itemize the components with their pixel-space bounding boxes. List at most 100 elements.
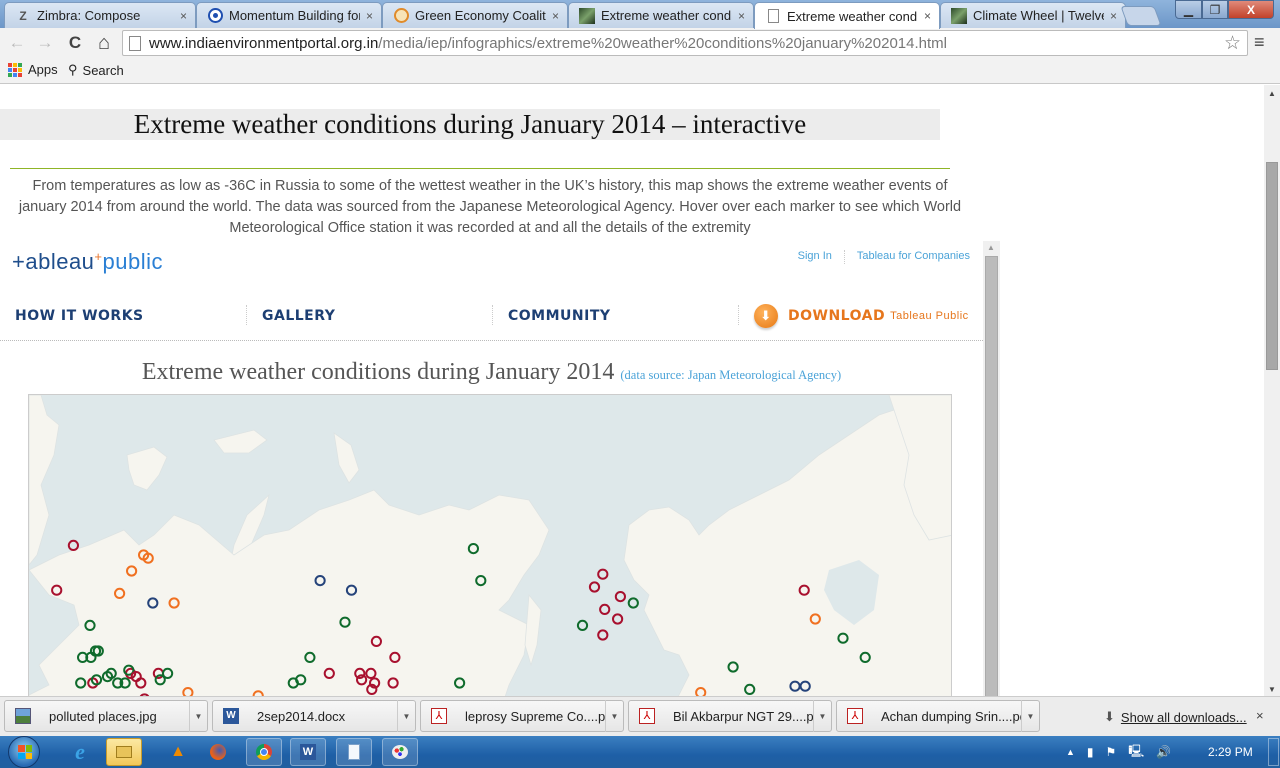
tab-label: Zimbra: Compose (37, 8, 141, 23)
paint-icon[interactable] (382, 738, 418, 766)
download-arrow-icon: ⬇ (754, 304, 778, 328)
landmass (29, 489, 550, 696)
download-menu-dropdown[interactable]: ▼ (813, 700, 831, 732)
volume-icon[interactable]: 🔊 (1156, 745, 1171, 759)
tableau-scrollbar[interactable]: ▲ (983, 241, 1000, 696)
home-button[interactable]: ⌂ (93, 32, 115, 54)
sign-in-link[interactable]: Sign In (798, 250, 832, 264)
start-button[interactable] (8, 736, 40, 768)
weather-marker-red[interactable] (597, 568, 609, 580)
reload-button[interactable]: C (64, 32, 86, 54)
back-button[interactable]: ← (6, 32, 28, 54)
firefox-icon[interactable] (200, 738, 236, 766)
download-item[interactable]: polluted places.jpg ▼ (4, 700, 208, 732)
minimize-button[interactable]: ▁ (1175, 0, 1202, 19)
close-downloads-shelf-button[interactable]: × (1256, 708, 1264, 723)
show-hidden-icons-button[interactable]: ▲ (1066, 747, 1075, 757)
download-filename: polluted places.jpg (49, 708, 157, 724)
weather-marker-red[interactable] (599, 603, 611, 615)
weather-marker-red[interactable] (597, 629, 609, 641)
nav-gallery[interactable]: GALLERY (262, 291, 335, 341)
download-item[interactable]: ⅄ Bil Akbarpur NGT 29....pdf ▼ (628, 700, 832, 732)
nav-how-it-works[interactable]: HOW IT WORKS (15, 291, 144, 341)
scroll-up-arrow[interactable]: ▲ (1268, 89, 1276, 98)
scrollbar-thumb[interactable] (1266, 162, 1278, 370)
download-item[interactable]: ⅄ leprosy Supreme Co....pdf ▼ (420, 700, 624, 732)
scroll-up-arrow[interactable]: ▲ (987, 243, 995, 252)
bookmark-star-icon[interactable]: ☆ (1224, 32, 1241, 55)
page-scrollbar[interactable]: ▲ ▼ (1264, 85, 1280, 696)
weather-marker-red[interactable] (612, 613, 624, 625)
tab-close-button[interactable]: × (180, 9, 187, 23)
weather-marker-red[interactable] (588, 581, 601, 593)
nav-separator (492, 305, 493, 325)
downloads-shelf: polluted places.jpg ▼ W 2sep2014.docx ▼ … (0, 696, 1280, 736)
download-label: DOWNLOAD (788, 308, 886, 324)
internet-explorer-icon[interactable]: e (62, 738, 98, 766)
usb-safely-remove-icon[interactable]: ▮ (1087, 745, 1094, 759)
url-path: /media/iep/infographics/extreme%20weathe… (378, 34, 947, 52)
landmass (213, 429, 268, 454)
tab-close-button[interactable]: × (366, 9, 373, 23)
file-explorer-icon[interactable] (106, 738, 142, 766)
weather-marker-red[interactable] (614, 591, 627, 603)
word-icon[interactable]: W (290, 738, 326, 766)
word-file-icon: W (223, 708, 239, 724)
network-icon[interactable]: 🖳 (1128, 742, 1144, 763)
bookmark-apps[interactable]: Apps (8, 62, 58, 77)
new-tab-button[interactable] (1120, 6, 1162, 26)
download-item[interactable]: W 2sep2014.docx ▼ (212, 700, 416, 732)
download-menu-dropdown[interactable]: ▼ (605, 700, 623, 732)
tableau-for-companies-link[interactable]: Tableau for Companies (857, 250, 970, 264)
address-bar[interactable]: www.indiaenvironmentportal.org.in/media/… (122, 30, 1248, 56)
logo-text-tableau: +ableau (12, 249, 95, 274)
scroll-down-arrow[interactable]: ▼ (1268, 685, 1276, 694)
download-filename: Bil Akbarpur NGT 29....pdf (673, 708, 813, 724)
chrome-menu-button[interactable]: ≡ (1254, 32, 1265, 53)
download-menu-dropdown[interactable]: ▼ (189, 700, 207, 732)
search-icon: ⚲ (68, 62, 78, 77)
system-tray: ▲ ▮ ⚑ 🖳 🔊 (1066, 736, 1171, 768)
download-menu-dropdown[interactable]: ▼ (397, 700, 415, 732)
forward-button[interactable]: → (34, 32, 56, 54)
chrome-icon[interactable] (246, 738, 282, 766)
landmass (623, 395, 951, 696)
scrollbar-thumb[interactable] (985, 256, 998, 696)
page-icon (129, 35, 141, 51)
tab-close-button[interactable]: × (1110, 9, 1117, 23)
tab-climate-wheel[interactable]: Climate Wheel | Twelve v × (940, 2, 1126, 28)
nav-community[interactable]: COMMUNITY (508, 291, 611, 341)
download-tableau-public-button[interactable]: ⬇ DOWNLOAD Tableau Public (754, 291, 969, 341)
vlc-icon[interactable]: ▲ (160, 738, 196, 766)
tab-close-button[interactable]: × (738, 9, 745, 23)
tableau-public-logo[interactable]: +ableau+public (12, 249, 163, 275)
show-all-downloads-link[interactable]: ⬇ Show all downloads... (1104, 709, 1247, 725)
tab-close-button[interactable]: × (552, 9, 559, 23)
tab-green-economy-coalition[interactable]: Green Economy Coalition × (382, 2, 568, 28)
weather-marker-red[interactable] (67, 539, 80, 551)
tab-label: Climate Wheel | Twelve v (973, 8, 1104, 23)
pdf-file-icon: ⅄ (847, 708, 863, 724)
download-item[interactable]: ⅄ Achan dumping Srin....pdf ▼ (836, 700, 1040, 732)
close-window-button[interactable]: X (1228, 0, 1274, 19)
weather-marker-green[interactable] (627, 597, 639, 609)
show-desktop-button[interactable] (1268, 738, 1279, 766)
tableau-thumb-icon (579, 7, 595, 24)
tab-extreme-weather-active[interactable]: Extreme weather conditio × (754, 2, 940, 29)
action-center-flag-icon[interactable]: ⚑ (1106, 745, 1117, 759)
tableau-embed[interactable]: +ableau+public Sign In Tableau for Compa… (0, 241, 1000, 696)
weather-map[interactable] (28, 394, 952, 696)
link-separator (843, 250, 845, 264)
weather-marker-green[interactable] (576, 619, 589, 631)
taskbar-clock[interactable]: 2:29 PM (1208, 745, 1253, 759)
map-canvas[interactable] (29, 395, 952, 696)
tab-momentum-building[interactable]: Momentum Building for × (196, 2, 382, 28)
logo-plus-icon: + (94, 249, 103, 264)
tab-close-button[interactable]: × (924, 9, 931, 23)
maximize-button[interactable]: ❐ (1202, 0, 1228, 19)
download-menu-dropdown[interactable]: ▼ (1021, 700, 1039, 732)
notepad-icon[interactable] (336, 738, 372, 766)
bookmark-search[interactable]: ⚲ Search (68, 62, 124, 78)
tab-extreme-weather-1[interactable]: Extreme weather conditio × (568, 2, 754, 28)
tab-zimbra-compose[interactable]: Z Zimbra: Compose × (4, 2, 196, 28)
